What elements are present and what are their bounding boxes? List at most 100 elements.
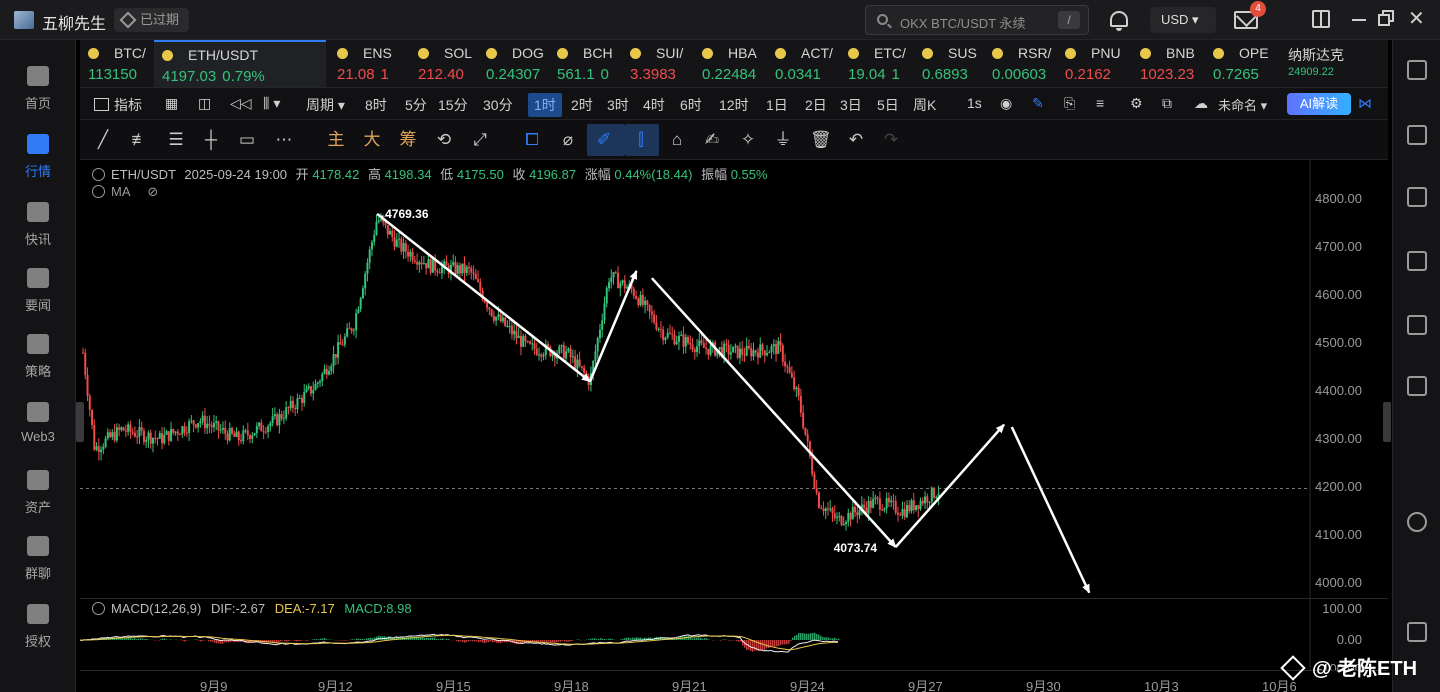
chart-type-icon[interactable]: ⫼ ▾ xyxy=(263,95,280,112)
eye-off-icon[interactable]: ⊘ xyxy=(147,184,158,199)
more-tools-icon[interactable]: ⋯ xyxy=(274,130,294,150)
replay-icon[interactable]: ◁◁ xyxy=(230,95,252,112)
nav-item-8[interactable]: 授权 xyxy=(0,604,76,668)
interval-12[interactable]: 3日 xyxy=(840,95,862,115)
main-force-button[interactable]: 主 xyxy=(326,130,346,150)
ticker-4[interactable]: DOG 0.24307 xyxy=(478,40,546,87)
ticker-8[interactable]: ACT/0.0341 xyxy=(767,40,837,87)
ticker-1[interactable]: ETH/USDT 4197.03 0.79% xyxy=(154,40,326,87)
ticker-6[interactable]: SUI/3.3983 xyxy=(622,40,692,87)
ticker-11[interactable]: RSR/0.00603 xyxy=(984,40,1054,87)
ticker-13[interactable]: BNB 1023.23 xyxy=(1132,40,1202,87)
interval-1[interactable]: 5分 xyxy=(405,95,427,115)
interval-4[interactable]: 1时 xyxy=(528,93,562,117)
interval-5[interactable]: 2时 xyxy=(571,95,593,115)
interval-9[interactable]: 12时 xyxy=(719,95,749,115)
interval-3[interactable]: 30分 xyxy=(483,95,513,115)
collapse-icon[interactable] xyxy=(92,602,105,615)
chips-button[interactable]: 筹 xyxy=(398,130,418,150)
currency-select[interactable]: USD ▾ xyxy=(1150,7,1216,33)
sync-icon[interactable]: ⟲ xyxy=(434,130,454,150)
interval-10[interactable]: 1日 xyxy=(766,95,788,115)
price-chart[interactable]: 4800.00 4700.00 4600.00 4500.00 4400.00 4300.… xyxy=(80,160,1388,598)
interval-6[interactable]: 3时 xyxy=(607,95,629,115)
ticker-10[interactable]: SUS 0.6893 xyxy=(914,40,982,87)
cloud-icon[interactable]: ☁ xyxy=(1194,95,1208,112)
nav-item-3[interactable]: 要闻 xyxy=(0,268,76,332)
ticker-0[interactable]: BTC/113150 xyxy=(80,40,152,87)
restore-icon[interactable] xyxy=(1378,10,1396,28)
layout-icon[interactable]: ◫ xyxy=(198,95,211,112)
camera-icon[interactable]: ◉ xyxy=(1000,95,1012,112)
compare-icon[interactable]: ⧉ xyxy=(1162,95,1172,112)
filter-icon[interactable]: ⏚ xyxy=(773,130,793,150)
sidebar-toggle-icon[interactable] xyxy=(1312,10,1330,28)
nav-item-4[interactable]: 策略 xyxy=(0,334,76,398)
close-icon[interactable]: ✕ xyxy=(1408,9,1426,29)
ticker-15[interactable]: 纳斯达克 24909.22 xyxy=(1280,40,1380,87)
interval-14[interactable]: 周K xyxy=(913,95,936,115)
magnet-icon[interactable]: ⧠ xyxy=(522,130,542,150)
redo-icon[interactable]: ↷ xyxy=(881,130,901,150)
panel-icon[interactable] xyxy=(1407,622,1427,642)
big-order-button[interactable]: 大 xyxy=(362,130,382,150)
calendar-icon[interactable]: ▦ xyxy=(165,95,178,112)
ruler-icon[interactable]: ⌀ xyxy=(558,130,578,150)
trendline-icon[interactable]: ╱ xyxy=(93,130,113,150)
ticker-12[interactable]: PNU 0.2162 xyxy=(1057,40,1129,87)
horizontal-ray-icon[interactable]: ┼ xyxy=(201,130,221,150)
settings-icon[interactable]: ⚙ xyxy=(1130,95,1143,112)
rectangle-icon[interactable]: ▭ xyxy=(237,130,257,150)
interval-11[interactable]: 2日 xyxy=(805,95,827,115)
interval-7[interactable]: 4时 xyxy=(643,95,665,115)
ticker-14[interactable]: OPE 0.7265 xyxy=(1205,40,1277,87)
horizontal-lines-icon[interactable]: ☰ xyxy=(166,130,186,150)
nav-item-7[interactable]: 群聊 xyxy=(0,536,76,600)
collapse-icon[interactable] xyxy=(92,168,105,181)
bell-icon[interactable] xyxy=(1110,11,1128,31)
speed-label[interactable]: 1s xyxy=(967,95,982,111)
ticker-7[interactable]: HBA 0.22484 xyxy=(694,40,764,87)
trend-icon[interactable] xyxy=(1407,251,1427,271)
nav-item-6[interactable]: 资产 xyxy=(0,470,76,534)
expired-badge[interactable]: 已过期 xyxy=(114,8,190,32)
trash-icon[interactable]: 🗑 xyxy=(810,130,832,150)
search-box[interactable]: OKX BTC/USDT 永续 / xyxy=(865,5,1089,35)
draw-mode-icon[interactable]: ✐ xyxy=(594,130,614,150)
interval-0[interactable]: 8时 xyxy=(365,95,387,115)
ai-analysis-button[interactable]: AI解读 xyxy=(1287,93,1351,115)
list-icon[interactable]: ≡ xyxy=(1096,95,1104,111)
brush-icon[interactable]: ✧ xyxy=(738,130,758,150)
nav-item-5[interactable]: Web3 xyxy=(0,402,76,466)
ticker-9[interactable]: ETC/19.04 1 xyxy=(840,40,912,87)
monitor-icon[interactable] xyxy=(1407,315,1427,335)
collapse-icon[interactable] xyxy=(92,185,105,198)
trade-icon[interactable] xyxy=(1407,187,1427,207)
ticker-3[interactable]: SOL 212.40 xyxy=(410,40,476,87)
orderbook-icon[interactable] xyxy=(1407,125,1427,145)
measure-icon[interactable]: ⤢ xyxy=(470,130,490,150)
nav-item-1[interactable]: 行情 xyxy=(0,134,76,198)
template-icon[interactable]: ⎘ xyxy=(1064,95,1075,112)
chart-canvas[interactable]: 4800.00 4700.00 4600.00 4500.00 4400.00 4300.… xyxy=(80,160,1388,598)
watchlist-icon[interactable] xyxy=(1407,60,1427,80)
period-select[interactable]: 周期 ▾ xyxy=(306,95,345,115)
ticker-2[interactable]: ENS 21.08 1 xyxy=(329,40,407,87)
pen-icon[interactable]: ✎ xyxy=(1032,95,1044,112)
layout-name-select[interactable]: 未命名 ▾ xyxy=(1218,95,1267,114)
interval-13[interactable]: 5日 xyxy=(877,95,899,115)
undo-icon[interactable]: ↶ xyxy=(846,130,866,150)
candle-toggle-icon[interactable]: ⫿ xyxy=(631,130,651,150)
nav-item-0[interactable]: 首页 xyxy=(0,66,76,130)
nav-item-2[interactable]: 快讯 xyxy=(0,202,76,266)
etf-icon[interactable] xyxy=(1407,376,1427,396)
macd-pane[interactable]: 100.00 0.00 -100.00 MACD(12,26,9) DIF:-2.6… xyxy=(80,598,1388,671)
right-collapse-handle[interactable] xyxy=(1383,402,1391,442)
indicator-button[interactable]: 指标 xyxy=(94,95,142,115)
exchange-icon[interactable] xyxy=(1407,512,1427,532)
interval-8[interactable]: 6时 xyxy=(680,95,702,115)
lock-icon[interactable]: ⌂ xyxy=(667,130,687,150)
left-collapse-handle[interactable] xyxy=(76,402,84,442)
interval-2[interactable]: 15分 xyxy=(438,95,468,115)
share-icon[interactable]: ⋈ xyxy=(1358,95,1372,112)
